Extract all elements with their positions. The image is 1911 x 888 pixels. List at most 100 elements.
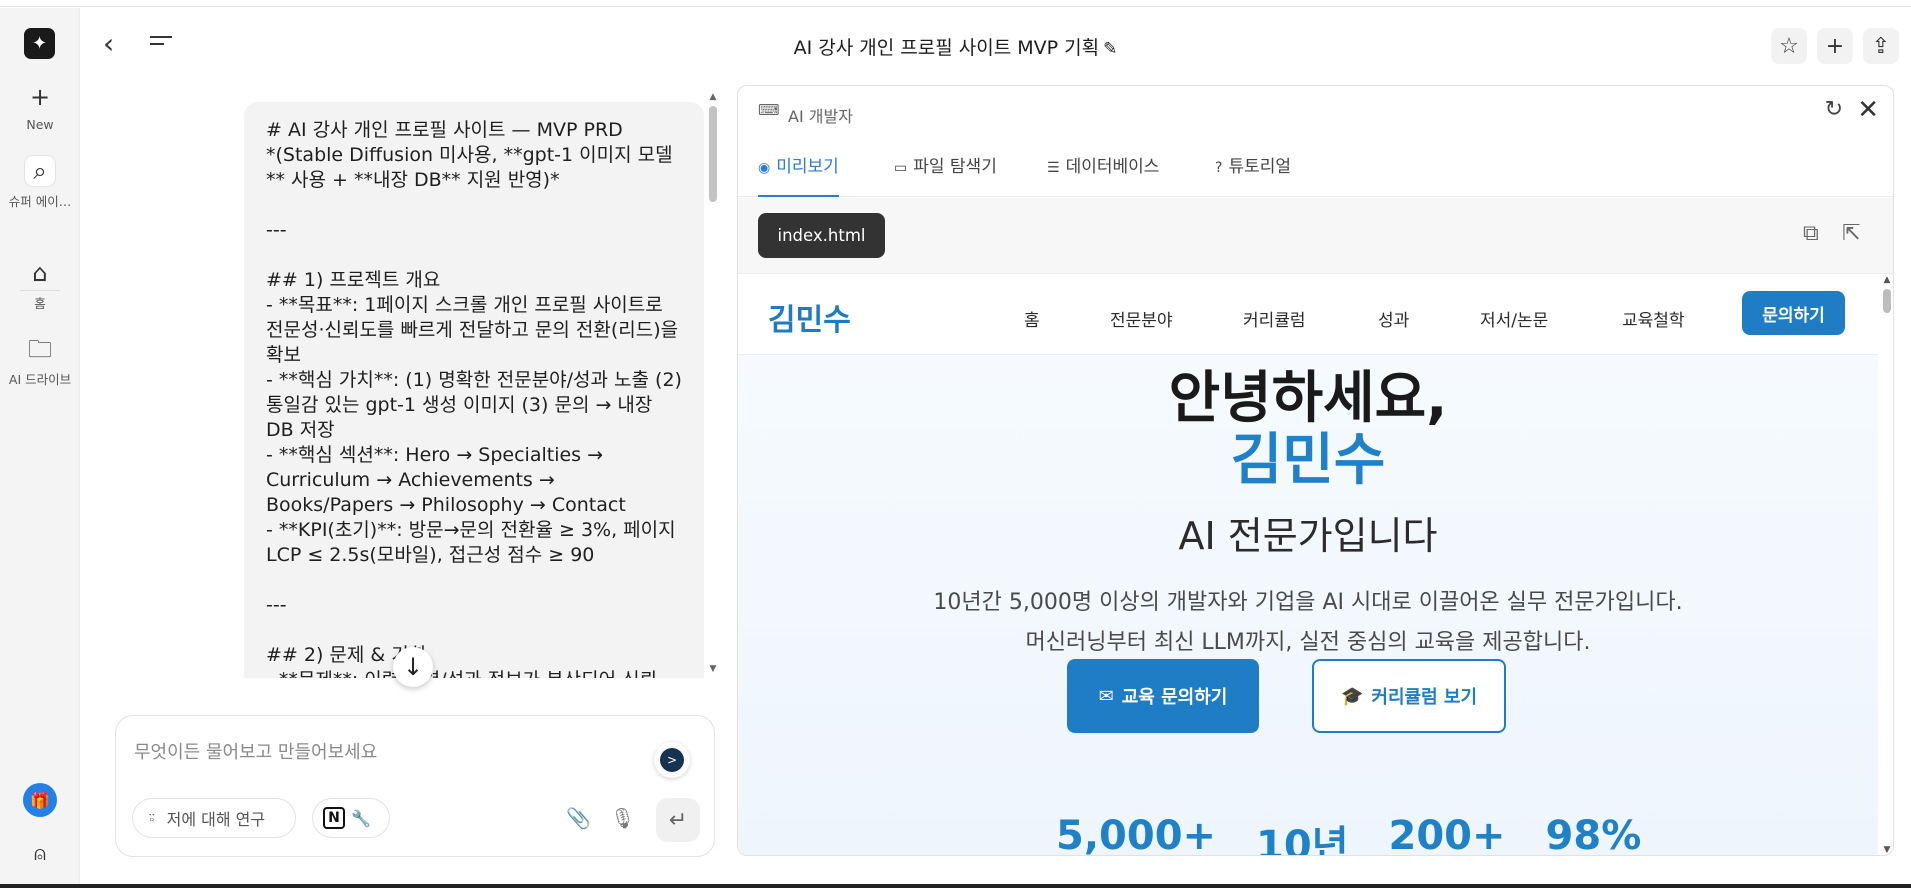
tab-preview-label: 미리보기 [776,157,839,177]
home-icon: ⌂ [32,259,48,287]
preview-scrollbar-thumb[interactable] [1883,289,1891,313]
plus-icon[interactable]: + [1817,28,1853,64]
nav-link-books[interactable]: 저서/논문 [1480,306,1548,331]
user-icon[interactable]: ⍝ [26,841,54,869]
tab-database[interactable]: ☰ 데이터베이스 [1047,152,1159,197]
tab-file-explorer-label: 파일 탐색기 [913,157,997,177]
site-brand[interactable]: 김민수 [768,295,851,339]
envelope-icon: ✉ [1098,685,1114,707]
nav-contact-button[interactable]: 문의하기 [1742,291,1845,335]
hero-greeting: 안녕하세요, [1168,366,1448,431]
nav-link-specialties[interactable]: 전문분야 [1110,306,1173,331]
pencil-icon[interactable]: ✎ [1103,39,1117,59]
agent-badge[interactable]: > [654,742,690,778]
header-actions: ☆ + ⇪ [1771,28,1899,64]
folder-code-icon: ▭ [894,160,908,176]
panel-tabs: ◉ 미리보기 ▭ 파일 탐색기 ☰ 데이터베이스 ? 튜토리얼 [738,132,1893,197]
rail-ai-drive-label: AI 드라이브 [8,372,72,387]
hero-description-line-1: 10년간 5,000명 이상의 개발자와 기업을 AI 시대로 이끌어온 실무 … [933,590,1683,615]
wrench-icon: 🔧 [351,808,371,828]
curriculum-button[interactable]: 🎓 커리큘럼 보기 [1312,659,1506,733]
nav-link-home[interactable]: 홈 [1024,306,1040,331]
rail-home-label: 홈 [34,296,46,311]
chat-scrollbar-thumb[interactable] [709,106,717,202]
top-edge [0,0,1911,7]
inquiry-button-label: 교육 문의하기 [1121,687,1228,708]
site-navbar: 김민수 홈 전문분야 커리큘럼 성과 저서/논문 교육철학 문의하기 [738,275,1878,355]
menu-icon[interactable] [150,36,172,50]
inquiry-button[interactable]: ✉ 교육 문의하기 [1067,659,1259,733]
refresh-icon[interactable]: ↻ [1825,97,1843,122]
hero-description-line-2: 머신러닝부터 최신 LLM까지, 실전 중심의 교육을 제공합니다. [1025,630,1591,655]
prompt-input[interactable]: 무엇이든 물어보고 만들어보세요 [134,738,377,764]
scroll-up-arrow-icon[interactable]: ▲ [708,92,718,102]
page-title-text: AI 강사 개인 프로필 사이트 MVP 기획 [793,37,1100,59]
person-icon: ⍤ [147,808,157,827]
open-external-icon[interactable]: ⇱ [1842,221,1860,246]
hero-role: AI 전문가입니다 [1178,514,1438,558]
paperclip-icon[interactable]: 📎 [566,806,591,830]
stat-satisfaction: 98% [1545,813,1642,856]
panel-title: AI 개발자 [788,107,853,126]
microphone-icon[interactable]: 🎙 [610,806,635,830]
page-title: AI 강사 개인 프로필 사이트 MVP 기획 ✎ [0,33,1911,60]
code-icon: ⌨ [758,101,780,119]
bottom-edge [0,884,1911,888]
site-preview: 김민수 홈 전문분야 커리큘럼 성과 저서/논문 교육철학 문의하기 안녕하세요… [738,275,1878,856]
research-me-label: 저에 대해 연구 [166,810,266,829]
nav-link-philosophy[interactable]: 교육철학 [1622,306,1685,331]
chat-message: # AI 강사 개인 프로필 사이트 — MVP PRD *(Stable Di… [244,102,704,678]
chat-scroll-area[interactable]: # AI 강사 개인 프로필 사이트 — MVP PRD *(Stable Di… [244,102,704,678]
tab-file-explorer[interactable]: ▭ 파일 탐색기 [894,152,997,197]
preview-scroll-down-icon[interactable]: ▼ [1881,845,1893,855]
nav-link-achievements[interactable]: 성과 [1378,306,1409,331]
rail-super-agent-label: 슈퍼 에이… [8,194,72,209]
nav-link-curriculum[interactable]: 커리큘럼 [1243,306,1306,331]
hero-name: 김민수 [1230,428,1386,493]
preview-toolbar: index.html ⧉ ⇱ [738,198,1893,274]
stat-years: 10년 [1256,823,1349,856]
super-agent-icon: ⌕ [25,156,55,186]
rail-super-agent-button[interactable]: ⌕ 슈퍼 에이… [0,156,80,210]
share-icon[interactable]: ⇪ [1863,28,1899,64]
eye-icon: ◉ [758,160,771,176]
composer: 무엇이든 물어보고 만들어보세요 > ⍤ 저에 대해 연구 N 🔧 📎 🎙 ↵ [115,715,715,857]
scroll-down-arrow-icon[interactable]: ▼ [708,664,718,674]
rail-home-button[interactable]: ⌂ 홈 [0,258,80,312]
stat-students: 5,000+ [1056,813,1217,856]
agent-badge-icon: > [660,748,684,772]
star-icon[interactable]: ☆ [1771,28,1807,64]
rail-ai-drive-button[interactable]: 🗀 AI 드라이브 [0,334,80,388]
tab-tutorial-label: 튜토리얼 [1228,157,1291,177]
ai-developer-panel: ⌨ AI 개발자 ↻ ✕ ◉ 미리보기 ▭ 파일 탐색기 ☰ 데이터베이스 ? 튜토리얼… [737,85,1894,856]
help-icon: ? [1215,160,1223,176]
send-button[interactable]: ↵ [656,798,700,842]
database-icon: ☰ [1047,160,1060,176]
plus-icon: + [29,83,51,111]
tab-tutorial[interactable]: ? 튜토리얼 [1215,152,1291,197]
preview-scrollbar[interactable]: ▲ ▼ [1881,275,1893,855]
scroll-to-bottom-button[interactable]: ↓ [393,647,433,687]
curriculum-button-label: 커리큘럼 보기 [1371,687,1478,708]
device-toggle-icon[interactable]: ⧉ [1803,221,1819,246]
chat-scrollbar[interactable]: ▲ ▼ [708,92,718,674]
notion-icon: N [323,807,345,829]
gift-icon[interactable]: 🎁 [23,783,57,817]
tab-database-label: 데이터베이스 [1065,157,1160,177]
left-rail: ✦ + New ⌕ 슈퍼 에이… ⌂ 홈 🗀 AI 드라이브 🎁 ⍝ [0,8,80,884]
sparkle-logo-icon[interactable]: ✦ [24,28,55,59]
close-icon[interactable]: ✕ [1857,95,1879,125]
rail-new-button[interactable]: + New [0,82,80,132]
graduation-cap-icon: 🎓 [1340,685,1364,707]
stats-row: 5,000+ 10년 200+ 98% [1056,813,1642,856]
stat-courses: 200+ [1388,813,1506,856]
file-chip[interactable]: index.html [758,213,885,258]
preview-scroll-up-icon[interactable]: ▲ [1881,275,1893,285]
hero-description: 10년간 5,000명 이상의 개발자와 기업을 AI 시대로 이끌어온 실무 … [738,583,1878,663]
tab-preview[interactable]: ◉ 미리보기 [758,152,839,197]
research-me-button[interactable]: ⍤ 저에 대해 연구 [132,798,296,838]
rail-new-label: New [26,117,54,132]
arrow-down-icon: ↓ [402,653,424,681]
tools-button[interactable]: N 🔧 [312,798,390,838]
back-chevron-icon[interactable]: ‹ [103,30,114,58]
